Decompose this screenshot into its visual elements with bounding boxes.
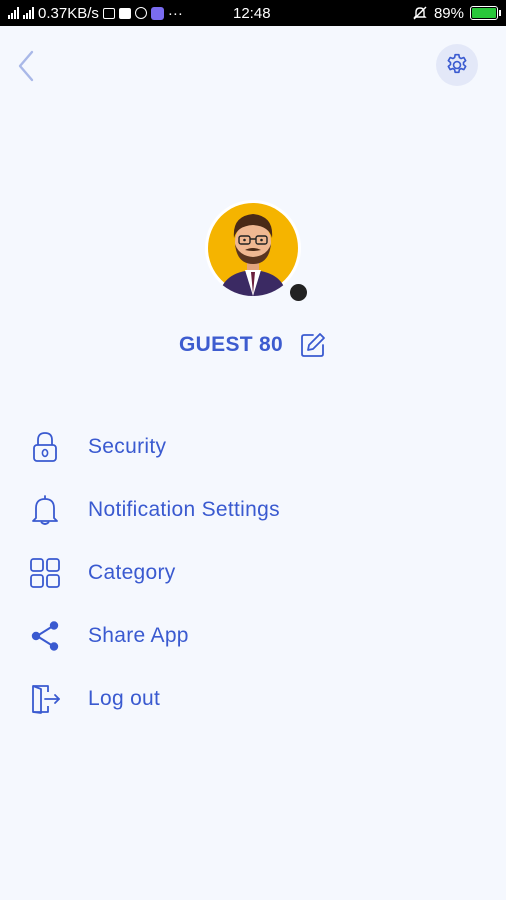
avatar-illustration [208,203,298,296]
bell-icon [27,492,63,528]
menu-item-security[interactable]: Security [0,415,506,478]
youtube-icon [118,7,131,19]
grid-icon [27,555,63,591]
app-notification-icon [150,6,164,20]
edit-name-button[interactable] [299,331,327,359]
share-icon [27,618,63,654]
menu-item-label: Share App [88,623,189,647]
status-right: 89% [412,0,501,26]
network-speed: 0.37KB/s [38,4,99,22]
status-bar: 0.37KB/s ··· 12:48 89% [0,0,506,26]
more-notifications: ··· [167,4,183,22]
logout-icon [27,681,63,717]
menu-item-label: Security [88,434,167,458]
battery-percent: 89% [433,4,464,22]
profile-avatar-wrap [205,200,309,304]
signal-icon-2 [23,7,34,19]
online-status-dot [288,282,309,303]
notification-icon [102,7,115,19]
sync-icon [134,7,147,19]
menu-item-category[interactable]: Category [0,541,506,604]
battery-icon [470,6,501,20]
chevron-left-icon [18,50,34,82]
settings-button[interactable] [436,44,478,86]
menu-item-log-out[interactable]: Log out [0,667,506,730]
signal-icon [8,7,19,19]
back-button[interactable] [12,48,40,84]
status-left: 0.37KB/s ··· [8,0,183,26]
profile-name-row: GUEST 80 [0,328,506,362]
edit-icon [301,333,325,357]
menu-item-label: Log out [88,686,161,710]
gear-icon [447,53,467,74]
status-time-wrap: 12:48 [233,0,271,26]
menu-item-label: Category [88,560,176,584]
avatar[interactable] [205,200,301,296]
menu-item-label: Notification Settings [88,497,280,521]
menu-item-notification-settings[interactable]: Notification Settings [0,478,506,541]
menu-item-share-app[interactable]: Share App [0,604,506,667]
profile-name: GUEST 80 [179,333,283,356]
lock-icon [27,429,63,465]
clock: 12:48 [233,4,271,22]
silent-bell-icon [413,6,427,20]
